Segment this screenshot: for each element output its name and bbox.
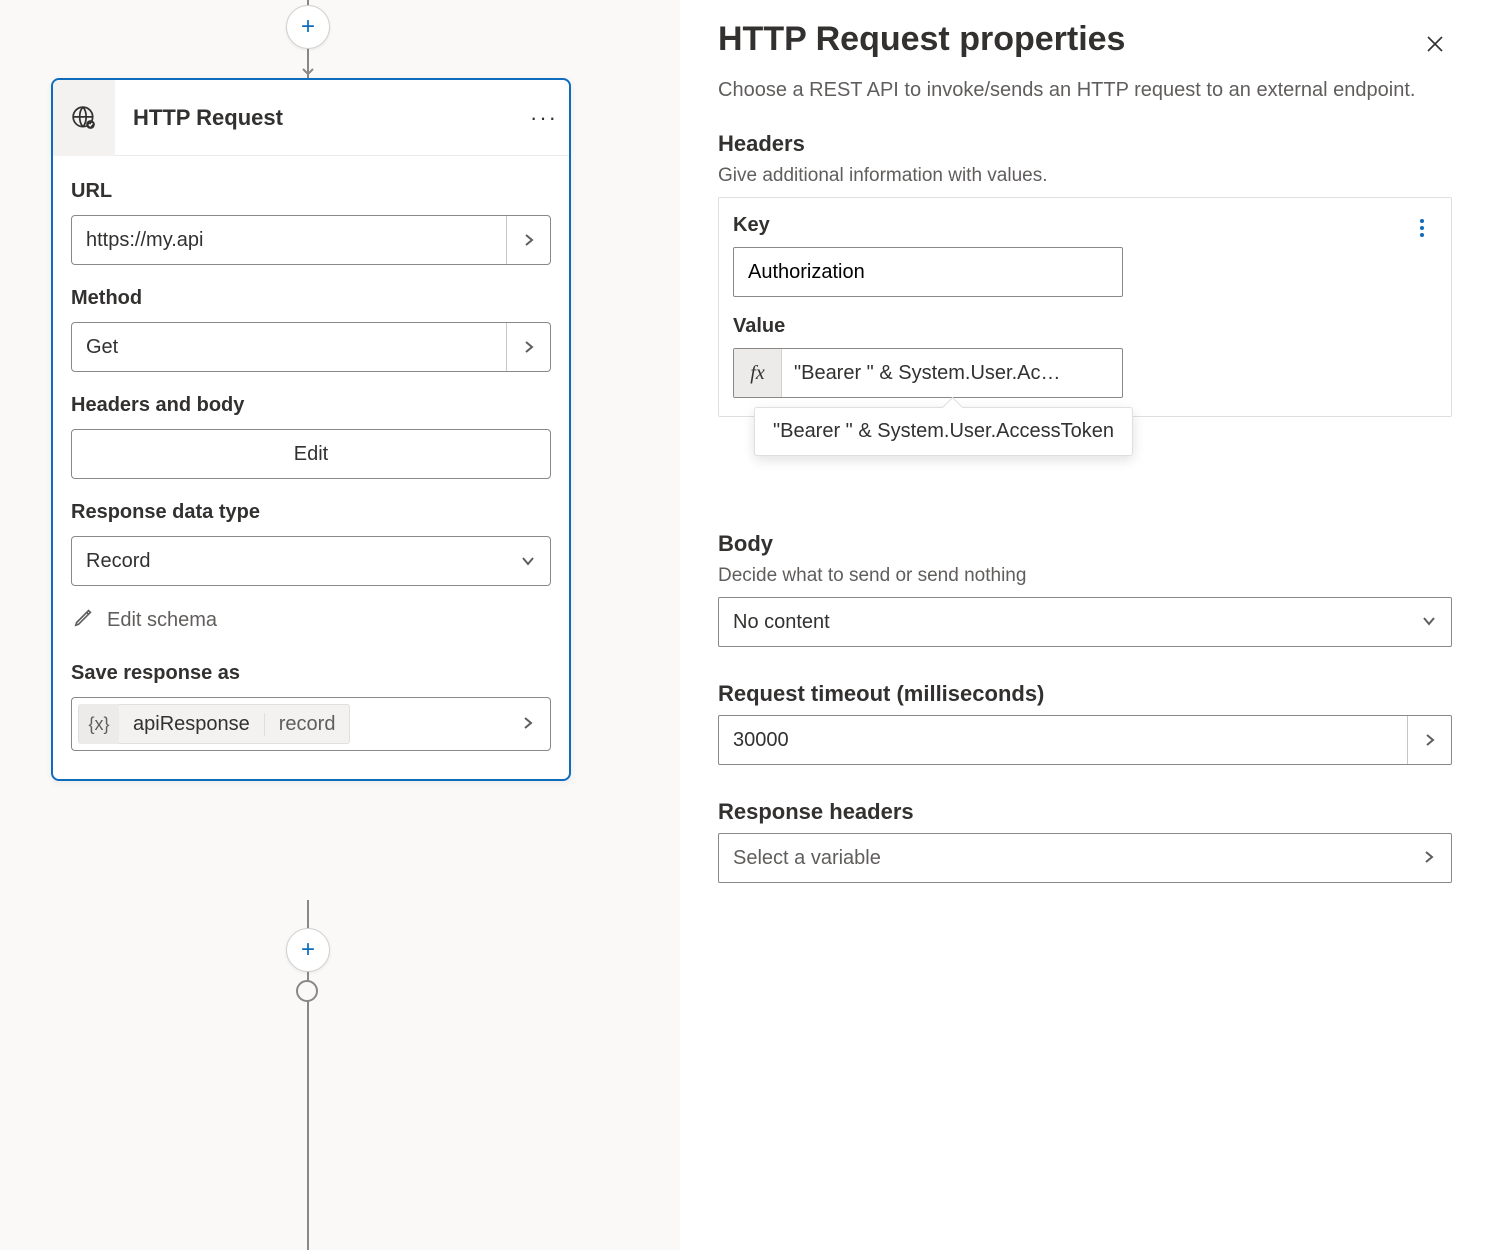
loop-node-icon xyxy=(296,980,318,1002)
url-expand-button[interactable] xyxy=(506,216,550,264)
edit-schema-link[interactable]: Edit schema xyxy=(71,600,551,640)
response-headers-select[interactable]: Select a variable xyxy=(718,833,1452,883)
headers-section-help: Give additional information with values. xyxy=(718,165,1452,187)
globe-icon xyxy=(53,80,115,156)
pencil-icon xyxy=(73,606,95,634)
flow-canvas: + HTTP Request ··· URL https://my.api xyxy=(0,0,680,1250)
body-section-title: Body xyxy=(718,531,1452,557)
url-label: URL xyxy=(71,180,551,203)
response-type-value: Record xyxy=(72,550,506,573)
timeout-expand-button[interactable] xyxy=(1407,716,1451,764)
headers-body-label: Headers and body xyxy=(71,394,551,417)
method-label: Method xyxy=(71,287,551,310)
formula-tooltip: "Bearer " & System.User.AccessToken xyxy=(754,407,1133,456)
timeout-label: Request timeout (milliseconds) xyxy=(718,681,1452,707)
card-body: URL https://my.api Method Get Headers an… xyxy=(53,156,569,779)
variable-icon: {x} xyxy=(79,704,119,744)
http-request-card[interactable]: HTTP Request ··· URL https://my.api Meth… xyxy=(51,78,571,781)
variable-name: apiResponse xyxy=(119,713,264,736)
header-item-menu[interactable] xyxy=(1407,219,1437,237)
body-section-help: Decide what to send or send nothing xyxy=(718,565,1452,587)
header-key-input[interactable] xyxy=(733,247,1123,297)
method-expand-button[interactable] xyxy=(506,323,550,371)
variable-type: record xyxy=(264,713,350,736)
variable-expand-button[interactable] xyxy=(506,714,550,735)
timeout-input[interactable]: 30000 xyxy=(718,715,1452,765)
variable-chip[interactable]: {x} apiResponse record xyxy=(78,704,350,744)
fx-icon: fx xyxy=(734,349,782,397)
response-headers-label: Response headers xyxy=(718,799,1452,825)
url-value: https://my.api xyxy=(72,229,506,252)
response-type-label: Response data type xyxy=(71,501,551,524)
save-as-label: Save response as xyxy=(71,662,551,685)
save-as-variable-input[interactable]: {x} apiResponse record xyxy=(71,697,551,751)
header-value-display: "Bearer " & System.User.Ac… xyxy=(782,362,1122,385)
method-input[interactable]: Get xyxy=(71,322,551,372)
card-header: HTTP Request ··· xyxy=(53,80,569,156)
header-value-label: Value xyxy=(733,315,1437,338)
timeout-value: 30000 xyxy=(719,729,1407,752)
header-value-input[interactable]: fx "Bearer " & System.User.Ac… "Bearer "… xyxy=(733,348,1123,398)
close-button[interactable] xyxy=(1418,27,1452,68)
headers-editor: Key Value fx "Bearer " & System.User.Ac…… xyxy=(718,197,1452,417)
header-key-label: Key xyxy=(733,214,1407,237)
card-more-menu[interactable]: ··· xyxy=(519,105,569,131)
response-headers-placeholder: Select a variable xyxy=(719,847,1407,870)
body-content-select[interactable]: No content xyxy=(718,597,1452,647)
edit-schema-label: Edit schema xyxy=(107,609,217,632)
url-input[interactable]: https://my.api xyxy=(71,215,551,265)
add-step-bottom-button[interactable]: + xyxy=(286,928,330,972)
response-headers-expand-button[interactable] xyxy=(1407,848,1451,869)
card-title: HTTP Request xyxy=(115,105,519,131)
chevron-down-icon[interactable] xyxy=(506,537,550,585)
add-step-top-button[interactable]: + xyxy=(286,5,330,49)
panel-title: HTTP Request properties xyxy=(718,20,1125,59)
body-content-value: No content xyxy=(719,611,1407,634)
panel-description: Choose a REST API to invoke/sends an HTT… xyxy=(718,75,1452,105)
properties-panel: HTTP Request properties Choose a REST AP… xyxy=(680,0,1494,1250)
arrow-down-icon xyxy=(300,60,316,76)
headers-section-title: Headers xyxy=(718,131,1452,157)
method-value: Get xyxy=(72,336,506,359)
edit-headers-body-button[interactable]: Edit xyxy=(71,429,551,479)
response-type-select[interactable]: Record xyxy=(71,536,551,586)
chevron-down-icon[interactable] xyxy=(1407,612,1451,633)
